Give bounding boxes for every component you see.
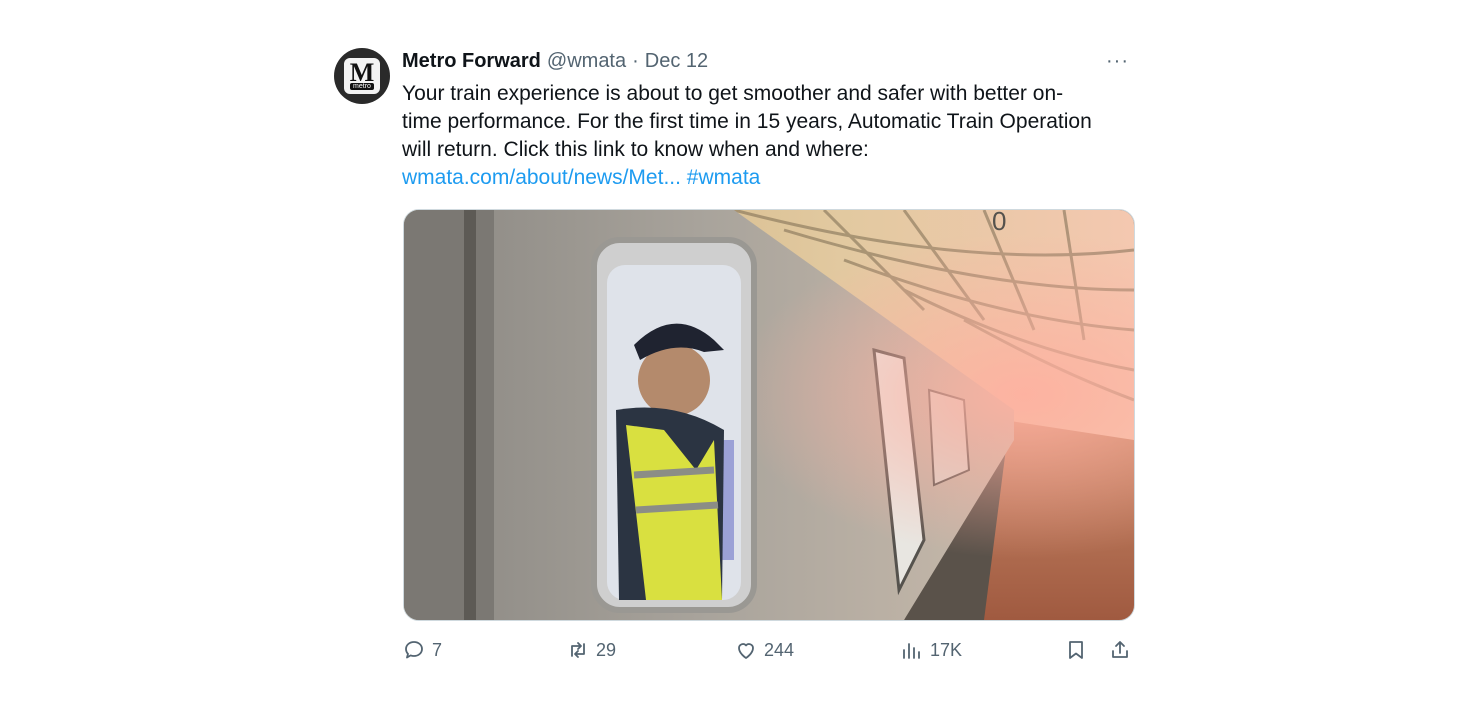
tweet-actions: 7 29 244 17K: [402, 638, 1132, 666]
tweet-date[interactable]: Dec 12: [645, 50, 708, 73]
retweet-icon: [571, 642, 585, 658]
train-number-label: 0: [992, 210, 1006, 236]
reply-button[interactable]: 7: [402, 638, 442, 662]
article-link[interactable]: wmata.com/about/news/Met...: [402, 166, 681, 189]
more-options-icon[interactable]: ···: [1106, 50, 1129, 73]
views-button[interactable]: 17K: [900, 638, 962, 662]
bookmark-button[interactable]: [1064, 638, 1088, 662]
metro-logo: M metro: [344, 58, 380, 94]
hashtag-link[interactable]: #wmata: [687, 166, 761, 189]
tweet-text-line-2: time performance. For the first time in …: [402, 110, 1092, 133]
bookmark-icon: [1069, 641, 1083, 659]
share-icon: [1112, 641, 1128, 658]
views-chart-icon: [903, 643, 920, 659]
tweet-text: Your train experience is about to get sm…: [402, 80, 1122, 192]
header-separator: ·: [632, 50, 639, 72]
tweet-card: M metro Metro Forward @wmata · Dec 12 ··…: [334, 44, 1135, 684]
tweet-text-line-3: will return. Click this link to know whe…: [402, 138, 869, 161]
author-handle[interactable]: @wmata: [547, 50, 626, 73]
avatar[interactable]: M metro: [334, 48, 390, 104]
avatar-sub-label: metro: [350, 83, 374, 90]
photo-train-operator-icon: 0: [404, 210, 1134, 620]
retweet-button[interactable]: 29: [566, 638, 616, 662]
views-count: 17K: [930, 639, 963, 660]
tweet-media-photo[interactable]: 0: [403, 209, 1135, 621]
tweet-text-line-1: Your train experience is about to get sm…: [402, 82, 1064, 105]
tweet-text-line-4: wmata.com/about/news/Met... #wmata: [402, 164, 1122, 192]
share-button[interactable]: [1108, 638, 1132, 662]
reply-icon: [405, 641, 423, 659]
author-name[interactable]: Metro Forward: [402, 50, 541, 73]
heart-icon: [738, 643, 754, 659]
retweet-count: 29: [596, 639, 617, 660]
reply-count: 7: [432, 639, 443, 660]
like-count: 244: [764, 639, 795, 660]
tweet-header: Metro Forward @wmata · Dec 12: [402, 50, 708, 73]
like-button[interactable]: 244: [734, 638, 794, 662]
